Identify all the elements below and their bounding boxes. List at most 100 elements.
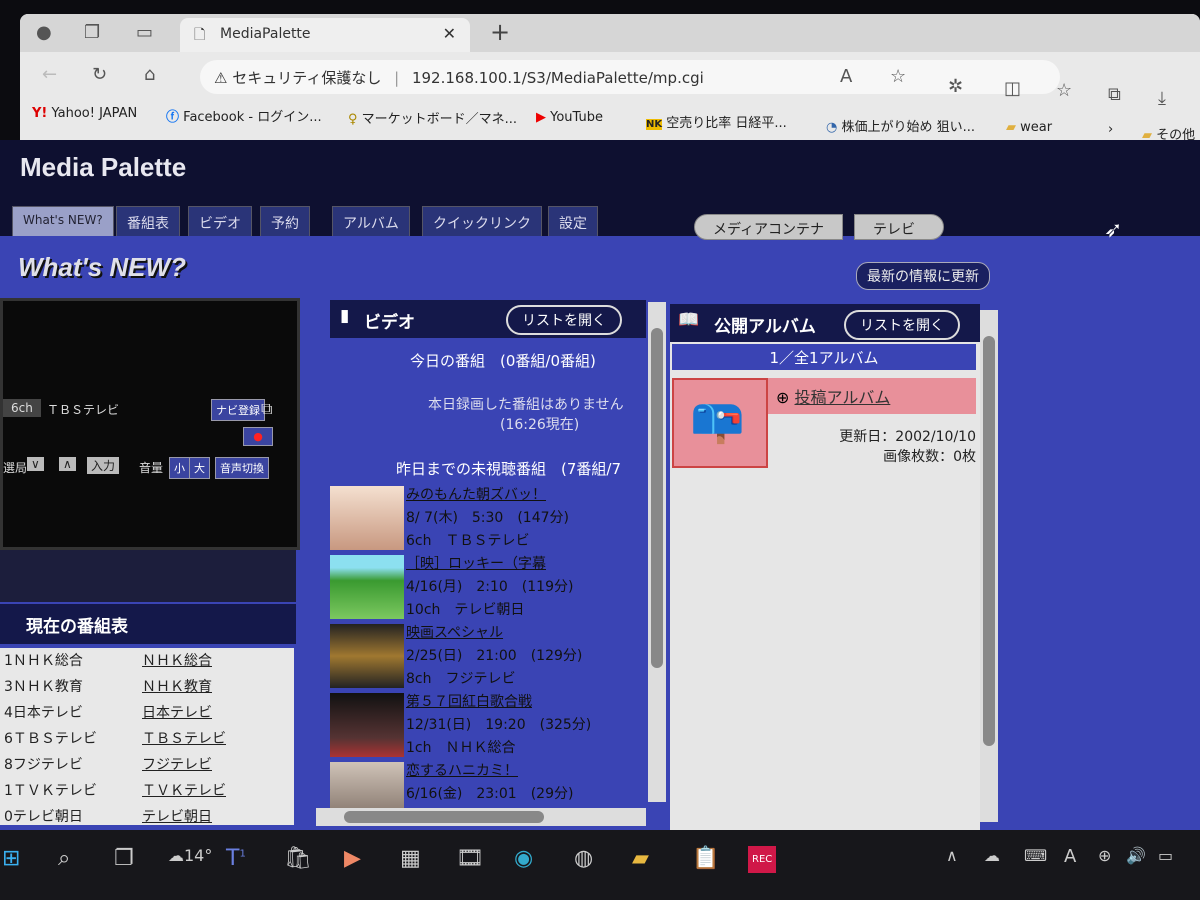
- no-recordings-message: 本日録画した番組はありません: [428, 397, 624, 413]
- bookmarks-more-icon[interactable]: ›: [1108, 122, 1113, 137]
- guide-program-link[interactable]: ＴＶＫテレビ: [142, 778, 226, 804]
- bookmark-facebook[interactable]: ⓕ Facebook - ログイン...: [166, 106, 322, 125]
- guide-program-link[interactable]: ＴＢＳテレビ: [142, 726, 226, 752]
- video-thumbnail[interactable]: [330, 762, 404, 810]
- channel-up-button[interactable]: ∧: [59, 457, 76, 471]
- guide-channel: 1ＴＶＫテレビ: [4, 783, 97, 799]
- navi-register-button[interactable]: ナビ登録: [211, 399, 265, 421]
- task-view-icon[interactable]: ❐: [114, 846, 134, 871]
- tv-toggle[interactable]: テレビ: [854, 214, 944, 240]
- split-screen-icon[interactable]: ◫: [1004, 78, 1021, 99]
- tray-expand-icon[interactable]: ∧: [946, 846, 958, 865]
- album-open-list-button[interactable]: リストを開く: [844, 310, 960, 340]
- video-hscrollbar[interactable]: [316, 808, 646, 826]
- guide-channel: 4日本テレビ: [4, 705, 83, 721]
- globe-tray-icon[interactable]: ⊕: [1098, 846, 1111, 865]
- media-container-toggle[interactable]: メディアコンテナ: [694, 214, 844, 240]
- video-item[interactable]: 映画スペシャル 2/25(日) 21:00 (129分) 8ch フジテレビ: [330, 622, 646, 691]
- bookmark-youtube[interactable]: ▶ YouTube: [536, 110, 603, 125]
- network-icon[interactable]: ☁: [984, 846, 1000, 865]
- start-icon[interactable]: ⊞: [2, 846, 20, 871]
- video-vscrollbar[interactable]: [648, 302, 666, 802]
- file-explorer-icon[interactable]: ▰: [632, 846, 649, 871]
- bookmark-kabuka[interactable]: ◔ 株価上がり始め 狙い...: [826, 116, 975, 135]
- guide-row: 1ＮＨＫ総合 ＮＨＫ総合: [0, 648, 294, 674]
- video-title-link[interactable]: みのもんた朝ズバッ！: [406, 487, 546, 503]
- search-icon[interactable]: ⌕: [58, 846, 70, 871]
- tab-program-guide[interactable]: 番組表: [116, 206, 180, 236]
- bookmark-karauri[interactable]: NK 空売り比率 日経平...: [646, 112, 787, 131]
- video-open-list-button[interactable]: リストを開く: [506, 305, 622, 335]
- ime-icon[interactable]: A: [1064, 846, 1076, 867]
- input-button[interactable]: 入力: [87, 457, 120, 474]
- bookmark-folder-wear[interactable]: ▰ wear: [1006, 120, 1052, 135]
- bookmark-yahoo[interactable]: Y! Yahoo! JAPAN: [32, 106, 137, 121]
- tab-reservation[interactable]: 予約: [260, 206, 310, 236]
- store-icon[interactable]: 🛍: [284, 846, 312, 871]
- mailbox-album-thumbnail[interactable]: 📪: [672, 378, 768, 468]
- video-thumbnail[interactable]: [330, 624, 404, 688]
- home-icon[interactable]: ⌂: [144, 64, 155, 85]
- guide-program-link[interactable]: 日本テレビ: [142, 700, 212, 726]
- keyboard-icon[interactable]: ⌨: [1024, 846, 1047, 865]
- tab-video[interactable]: ビデオ: [188, 206, 252, 236]
- tab-quicklink[interactable]: クイックリンク: [422, 206, 542, 236]
- clipboard-icon[interactable]: 📋: [692, 846, 719, 871]
- video-title-link[interactable]: 第５７回紅白歌合戦: [406, 694, 532, 710]
- speaker-app-icon[interactable]: ◍: [574, 846, 593, 871]
- film-icon[interactable]: 🎞: [456, 846, 484, 871]
- guide-program-link[interactable]: ＮＨＫ教育: [142, 674, 212, 700]
- video-title-link[interactable]: 映画スペシャル: [406, 625, 503, 641]
- downloads-icon[interactable]: ⤓: [1158, 88, 1166, 109]
- weather-icon[interactable]: ☁14°: [168, 846, 212, 865]
- video-item[interactable]: 第５７回紅白歌合戦 12/31(日) 19:20 (325分) 1ch ＮＨＫ総合: [330, 691, 646, 760]
- tab-whats-new[interactable]: What's NEW?: [12, 206, 114, 236]
- media-player-icon[interactable]: ▶: [344, 846, 361, 871]
- volume-down-button[interactable]: 小: [169, 457, 190, 479]
- video-item[interactable]: 恋するハニカミ！ 6/16(金) 23:01 (29分): [330, 760, 646, 810]
- rec-app-icon[interactable]: REC: [748, 846, 777, 873]
- calculator-icon[interactable]: ▦: [400, 846, 421, 871]
- address-bar[interactable]: ⚠ セキュリティ保護なし | 192.168.100.1/S3/MediaPal…: [200, 60, 1060, 94]
- back-icon[interactable]: ←: [42, 64, 57, 85]
- profile-icon[interactable]: ●: [36, 22, 52, 43]
- volume-icon[interactable]: 🔊: [1126, 846, 1146, 865]
- channel-down-button[interactable]: ∨: [27, 457, 44, 471]
- album-name-link[interactable]: 投稿アルバム: [795, 388, 891, 407]
- bookmark-marketboard[interactable]: ♀ マーケットボード／マネ...: [348, 108, 517, 127]
- refresh-button[interactable]: 最新の情報に更新: [856, 262, 990, 290]
- video-item[interactable]: ［映］ロッキー（字幕 4/16(月) 2:10 (119分) 10ch テレビ朝日: [330, 553, 646, 622]
- edge-icon[interactable]: ◉: [514, 846, 533, 871]
- workspaces-icon[interactable]: ❐: [84, 22, 100, 43]
- read-aloud-icon[interactable]: A: [840, 66, 852, 87]
- video-thumbnail[interactable]: [330, 555, 404, 619]
- teams-icon[interactable]: T1: [226, 846, 246, 871]
- video-thumbnail[interactable]: [330, 693, 404, 757]
- guide-program-link[interactable]: テレビ朝日: [142, 804, 212, 830]
- battery-icon[interactable]: ▭: [1158, 846, 1173, 865]
- favorite-star-icon[interactable]: ☆: [890, 66, 906, 87]
- collections-icon[interactable]: ⧉: [1108, 84, 1121, 105]
- globe-icon: ⊕: [776, 388, 790, 407]
- tab-settings[interactable]: 設定: [548, 206, 598, 236]
- security-label[interactable]: セキュリティ保護なし: [232, 69, 381, 87]
- new-tab-icon[interactable]: +: [490, 18, 510, 46]
- guide-program-link[interactable]: ＮＨＫ総合: [142, 648, 212, 674]
- volume-up-button[interactable]: 大: [189, 457, 210, 479]
- close-tab-icon[interactable]: ✕: [443, 24, 456, 43]
- video-title-link[interactable]: ［映］ロッキー（字幕: [406, 556, 546, 572]
- video-title-link[interactable]: 恋するハニカミ！: [406, 763, 518, 779]
- reload-icon[interactable]: ↻: [92, 64, 107, 85]
- video-item[interactable]: みのもんた朝ズバッ！ 8/ 7(木) 5:30 (147分) 6ch ＴＢＳテレビ: [330, 484, 646, 553]
- popout-icon[interactable]: ⧉: [261, 399, 272, 419]
- video-thumbnail[interactable]: [330, 486, 404, 550]
- favorites-icon[interactable]: ☆: [1056, 80, 1072, 101]
- record-button[interactable]: ●: [243, 427, 273, 446]
- guide-program-link[interactable]: フジテレビ: [142, 752, 212, 778]
- tab-actions-icon[interactable]: ▭: [136, 22, 153, 43]
- tab-mediapalette[interactable]: 🗋 MediaPalette ✕: [180, 18, 470, 52]
- album-vscrollbar[interactable]: [980, 310, 998, 822]
- extensions-icon[interactable]: ✲: [948, 76, 963, 97]
- tab-album[interactable]: アルバム: [332, 206, 410, 236]
- audio-switch-button[interactable]: 音声切換: [215, 457, 269, 479]
